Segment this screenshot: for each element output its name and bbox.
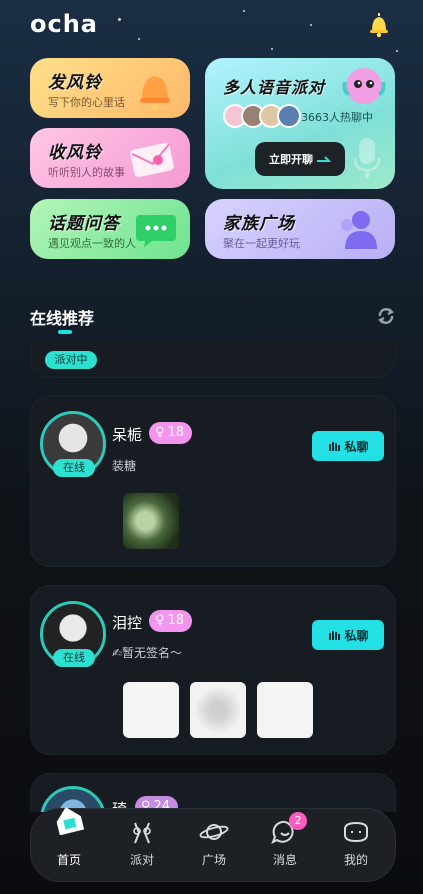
online-badge: 在线 [53,649,95,667]
wave-hand-icon [329,442,341,451]
mascot-icon [342,68,386,104]
list-item[interactable]: 在线 呆栀 ♀ 18 装糖 私聊 [30,395,396,567]
chat-bubble-icon [136,215,176,247]
female-icon: ♀ [155,425,165,440]
private-chat-button[interactable]: 私聊 [312,620,384,650]
age-value: 18 [167,613,185,628]
user-photo[interactable] [123,493,179,549]
start-chat-label: 立即开聊 [269,153,313,166]
list-item[interactable]: 派对中 [30,342,396,378]
home-icon [56,807,85,835]
tab-home[interactable]: 首页 [39,807,99,883]
topic-qa-subtitle: 遇见观点一致的人 [48,237,136,250]
tab-party[interactable]: 派对 [112,809,172,883]
party-status-badge: 派对中 [45,351,97,369]
bell-icon[interactable] [364,10,394,40]
planet-icon [199,824,229,840]
user-photo[interactable] [123,682,179,738]
tab-label: 广场 [201,853,226,867]
user-photo[interactable] [190,682,246,738]
private-chat-label: 私聊 [344,439,369,454]
family-square-subtitle: 聚在一起更好玩 [223,237,300,250]
private-chat-button[interactable]: 私聊 [312,431,384,461]
profile-icon [344,821,368,843]
arrow-icon [317,156,331,162]
send-bell-card[interactable]: 发风铃 写下你的心里话 [30,58,190,118]
unread-badge: 2 [289,812,307,830]
tab-square[interactable]: 广场 [184,809,244,883]
user-signature: ✍暂无签名～ [112,646,183,660]
voice-party-title: 多人语音派对 [223,78,326,97]
party-icon [133,822,151,844]
user-name[interactable]: 呆栀 [112,424,142,445]
family-square-card[interactable]: 家族广场 聚在一起更好玩 [205,199,395,259]
user-signature: 装糖 [112,459,137,473]
tab-messages[interactable]: 2 消息 [255,809,315,883]
female-icon: ♀ [155,613,165,628]
recommend-feed[interactable]: 派对中 在线 呆栀 ♀ 18 装糖 私聊 在线 泪控 ♀ 18 ✍暂无签名～ 私… [30,342,396,812]
tab-label: 首页 [56,853,81,867]
receive-bell-card[interactable]: 收风铃 听听别人的故事 [30,128,190,188]
start-chat-button[interactable]: 立即开聊 [255,142,345,176]
app-logo: ocha [30,10,98,38]
gender-age-badge: ♀ 18 [149,422,193,444]
bell-illustration-icon [140,76,170,109]
user-name[interactable]: 泪控 [112,612,142,633]
wave-hand-icon [329,631,341,640]
send-bell-subtitle: 写下你的心里话 [48,96,125,109]
tab-label: 我的 [343,853,368,867]
topic-qa-title: 话题问答 [48,214,120,234]
list-item[interactable]: 在线 泪控 ♀ 18 ✍暂无签名～ 私聊 [30,585,396,755]
tab-profile[interactable]: 我的 [326,809,386,883]
online-badge: 在线 [53,459,95,477]
age-value: 18 [167,425,185,440]
tab-label: 消息 [272,853,297,867]
private-chat-label: 私聊 [344,628,369,643]
user-photo[interactable] [257,682,313,738]
gender-age-badge: ♀ 18 [149,610,193,632]
topic-qa-card[interactable]: 话题问答 遇见观点一致的人 [30,199,190,259]
bottom-tab-bar: 首页 派对 广场 2 消息 我的 [30,807,396,883]
hot-count: 3663人热聊中 [301,111,373,124]
send-bell-title: 发风铃 [48,73,102,93]
participant-avatars [223,104,301,128]
tab-label: 派对 [129,853,154,867]
voice-party-card[interactable]: 多人语音派对 3663人热聊中 立即开聊 [205,58,395,189]
refresh-icon[interactable] [376,306,396,326]
section-title: 在线推荐 [30,309,95,328]
envelope-icon [130,142,174,178]
microphone-icon [353,138,381,178]
receive-bell-subtitle: 听听别人的故事 [48,166,125,179]
receive-bell-title: 收风铃 [48,143,102,163]
people-icon [341,211,377,249]
section-underline [58,330,72,334]
family-square-title: 家族广场 [223,214,295,234]
